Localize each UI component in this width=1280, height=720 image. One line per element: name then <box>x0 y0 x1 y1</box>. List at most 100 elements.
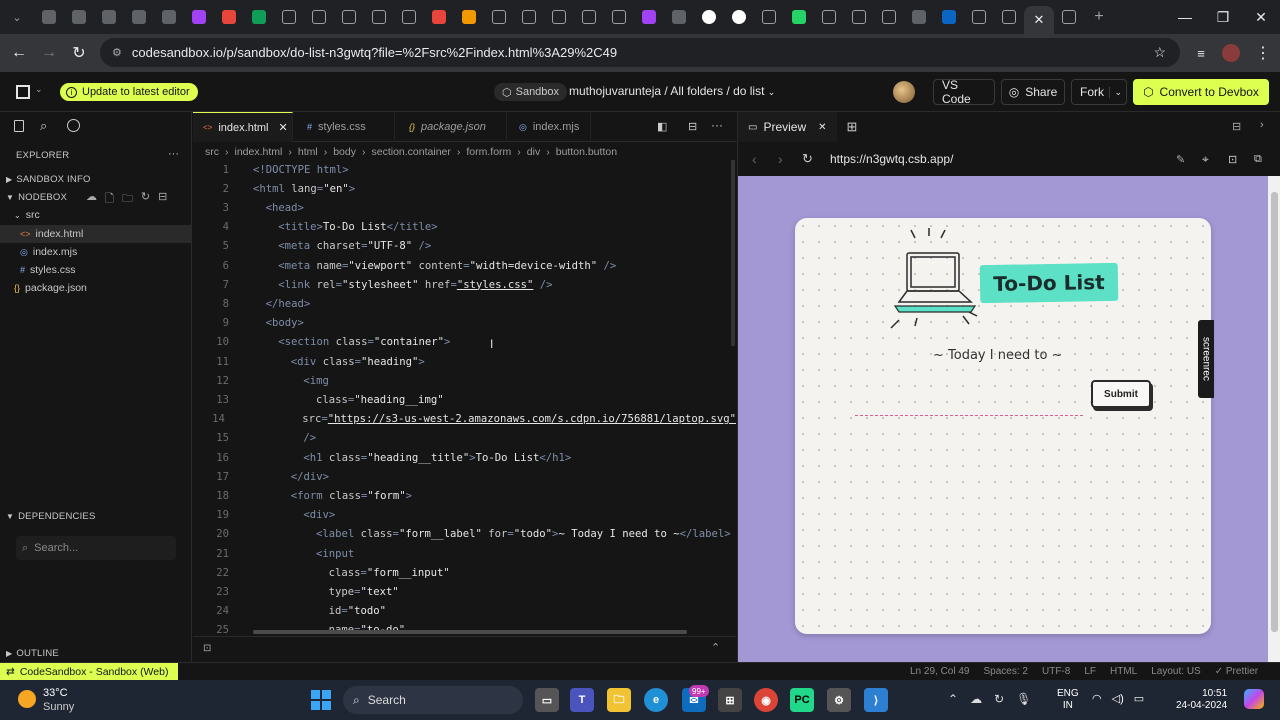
bookmark-star-icon[interactable]: ☆ <box>1153 44 1166 61</box>
chevron-right-icon[interactable]: › <box>1260 119 1264 131</box>
logo-menu-chevron-icon[interactable]: ⌄ <box>35 84 43 95</box>
tab-close-icon[interactable]: ✕ <box>1024 6 1054 34</box>
language-indicator[interactable]: ENG IN <box>1057 688 1079 712</box>
square-icon[interactable] <box>604 0 634 34</box>
cloud-icon[interactable]: ☁ <box>970 692 982 706</box>
p-icon[interactable] <box>844 0 874 34</box>
add-tab-icon[interactable]: ⊞ <box>847 119 858 135</box>
reload-button[interactable]: ↻ <box>64 38 94 68</box>
square-icon[interactable] <box>484 0 514 34</box>
code-line[interactable]: 6 <meta name = "viewport" content = "width=de… <box>193 256 736 275</box>
github-icon[interactable] <box>724 0 754 34</box>
code-line[interactable]: 24 id = "todo" <box>193 602 736 621</box>
preview-scroll-thumb[interactable] <box>1271 192 1278 632</box>
tree-file-index-mjs[interactable]: ◎ index.mjs <box>0 243 192 261</box>
copilot-icon[interactable] <box>1244 689 1264 709</box>
site-info-icon[interactable]: ⚙ <box>112 46 122 59</box>
tab-close-icon[interactable]: ✕ <box>278 121 287 134</box>
code-line[interactable]: 15 /> <box>193 429 736 448</box>
clock[interactable]: 10:51 24-04-2024 <box>1176 688 1227 712</box>
code-line[interactable]: 8 </head> <box>193 294 736 313</box>
share-button[interactable]: ◎ Share <box>1001 79 1065 105</box>
pick-icon[interactable]: ✎ <box>1176 153 1185 166</box>
code-line[interactable]: 12 <img <box>193 371 736 390</box>
indentation[interactable]: Spaces: 2 <box>984 666 1028 677</box>
chevron-up-icon[interactable]: ⌃ <box>711 641 720 654</box>
breadcrumb-item[interactable]: index.html <box>235 146 283 158</box>
terminal-icon[interactable]: ⊡ <box>203 643 211 654</box>
edge-icon[interactable]: e <box>644 688 668 712</box>
square-icon[interactable] <box>304 0 334 34</box>
fork-chevron-icon[interactable]: ⌄ <box>1109 86 1122 98</box>
new-tab-button[interactable]: + <box>1084 0 1114 34</box>
user-avatar[interactable] <box>893 81 915 103</box>
screenshot-icon[interactable]: ⊡ <box>1228 153 1237 166</box>
codesandbox-icon[interactable] <box>994 0 1024 34</box>
red-icon[interactable] <box>214 0 244 34</box>
preview-back-icon[interactable]: ‹ <box>752 151 757 167</box>
code-line[interactable]: 1 <!DOCTYPE html> <box>193 160 736 179</box>
tab-styles-css[interactable]: # styles.css <box>293 112 395 142</box>
code-line[interactable]: 3 <head> <box>193 198 736 217</box>
code-line[interactable]: 22 class = "form__input" <box>193 563 736 582</box>
code-line[interactable]: 16 <h1 class = "heading__title" > To-Do List <… <box>193 448 736 467</box>
encoding[interactable]: UTF-8 <box>1042 666 1070 677</box>
remote-indicator[interactable]: ⇄ CodeSandbox - Sandbox (Web) <box>0 662 179 681</box>
green-icon[interactable] <box>244 0 274 34</box>
horizontal-scrollbar[interactable] <box>253 630 687 634</box>
square-icon[interactable] <box>754 0 784 34</box>
amazon-icon[interactable] <box>694 0 724 34</box>
square-icon[interactable] <box>274 0 304 34</box>
code-line[interactable]: 4 <title> To-Do List </title> <box>193 218 736 237</box>
files-icon[interactable] <box>14 120 24 132</box>
codesandbox-logo[interactable] <box>16 85 30 99</box>
teams-icon[interactable]: T <box>570 688 594 712</box>
tasks-icon[interactable] <box>124 0 154 34</box>
update-editor-button[interactable]: i Update to latest editor <box>60 83 198 101</box>
square-icon[interactable] <box>394 0 424 34</box>
dependencies-section[interactable]: ▼ DEPENDENCIES <box>0 507 192 525</box>
vertical-scrollbar[interactable] <box>731 160 735 346</box>
layout-icon[interactable]: ⊟ <box>1232 120 1241 133</box>
square-icon[interactable] <box>514 0 544 34</box>
forward-button[interactable]: → <box>34 38 64 68</box>
breadcrumb-item[interactable]: src <box>205 146 219 158</box>
vscode-icon[interactable]: ⟩ <box>864 688 888 712</box>
globe-icon[interactable] <box>874 0 904 34</box>
language-mode[interactable]: HTML <box>1110 666 1137 677</box>
pycharm-icon[interactable]: PC <box>790 688 814 712</box>
weather-icon[interactable] <box>18 690 36 708</box>
tree-file-index-html[interactable]: <> index.html <box>0 225 192 243</box>
code-area[interactable]: 1 <!DOCTYPE html> 2 <html lang = "en" >3 <head>… <box>193 160 736 635</box>
breadcrumb-item[interactable]: html <box>298 146 318 158</box>
outline-section[interactable]: ▶ OUTLINE <box>0 644 192 662</box>
file-explorer-icon[interactable]: 🗀 <box>607 688 631 712</box>
code-line[interactable]: 14 src = "https://s3-us-west-2.amazonaws.co… <box>193 410 736 429</box>
chrome-icon[interactable] <box>94 0 124 34</box>
chrome-icon[interactable] <box>64 0 94 34</box>
chrome-icon[interactable] <box>34 0 64 34</box>
tree-folder-src[interactable]: ⌄ src <box>0 206 192 224</box>
minimize-button[interactable]: — <box>1166 0 1204 34</box>
whatsapp-icon[interactable] <box>784 0 814 34</box>
breadcrumb-item[interactable]: body <box>333 146 356 158</box>
task-view-icon[interactable]: ▭ <box>535 688 559 712</box>
cursor-position[interactable]: Ln 29, Col 49 <box>910 666 970 677</box>
tasks-icon[interactable] <box>904 0 934 34</box>
system-tray-icons[interactable]: ◠ ◁) ▭ <box>1092 692 1144 705</box>
github-icon[interactable] <box>67 119 80 132</box>
tab-preview[interactable]: ▭ Preview ✕ <box>738 112 837 142</box>
tab-index-mjs[interactable]: ◎ index.mjs <box>507 112 591 142</box>
code-line[interactable]: 13 class = "heading__img" <box>193 390 736 409</box>
project-path[interactable]: muthojuvarunteja / All folders / do list… <box>569 84 775 98</box>
end-of-line[interactable]: LF <box>1084 666 1096 677</box>
crosshair-icon[interactable]: ⌖ <box>1202 152 1209 167</box>
close-window-button[interactable]: ✕ <box>1242 0 1280 34</box>
weather-widget[interactable]: 33°C Sunny <box>43 686 74 714</box>
windows-start-icon[interactable] <box>311 690 331 710</box>
code-line[interactable]: 5 <meta charset = "UTF-8" /> <box>193 237 736 256</box>
tab-package-json[interactable]: {} package.json <box>395 112 507 142</box>
code-line[interactable]: 7 <link rel = "stylesheet" href = "styles.css… <box>193 275 736 294</box>
fork-button[interactable]: Fork ⌄ <box>1071 79 1127 105</box>
taskbar-search[interactable]: ⌕ Search <box>343 686 523 714</box>
